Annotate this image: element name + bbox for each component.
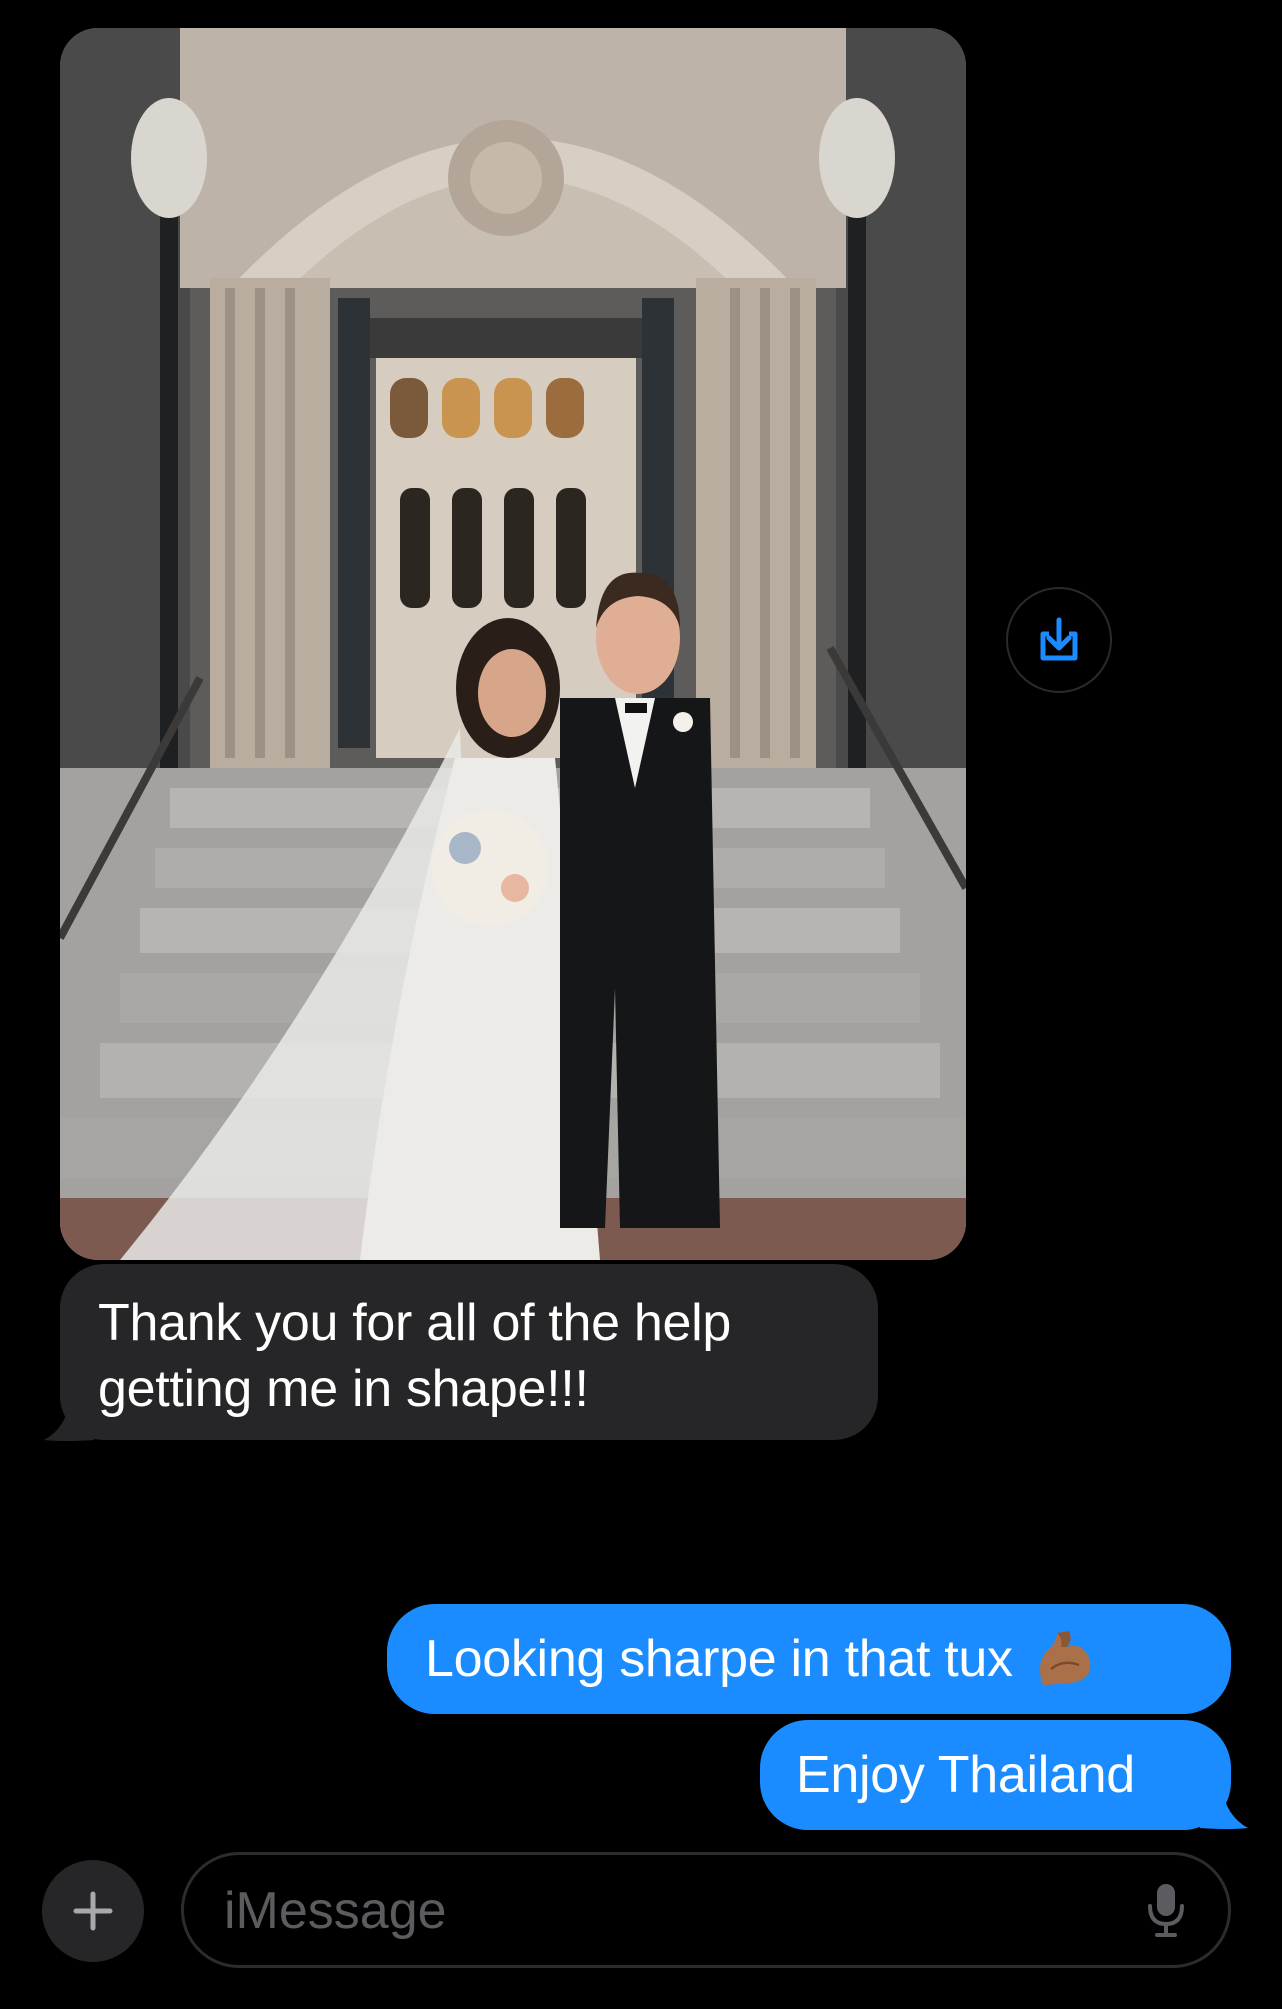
incoming-message-line-1: Thank you for all of the help xyxy=(98,1294,732,1352)
message-compose-field[interactable] xyxy=(181,1852,1231,1968)
flexed-biceps-emoji-icon xyxy=(1039,1631,1091,1686)
apps-plus-button[interactable] xyxy=(42,1860,144,1962)
incoming-message-line-2: getting me in shape!!! xyxy=(98,1360,589,1418)
microphone-icon xyxy=(1148,1884,1184,1937)
save-photo-button[interactable] xyxy=(1006,587,1112,693)
incoming-message-bubble[interactable]: Thank you for all of the help getting me… xyxy=(60,1264,878,1440)
dictation-button[interactable] xyxy=(1138,1882,1194,1938)
outgoing-message-bubble[interactable]: Looking sharpe in that tux xyxy=(387,1604,1231,1714)
outgoing-message-bubble[interactable]: Enjoy Thailand xyxy=(760,1720,1231,1830)
messages-screen: Thank you for all of the help getting me… xyxy=(0,0,1282,2009)
outgoing-message-text: Enjoy Thailand xyxy=(796,1746,1135,1804)
received-photo[interactable] xyxy=(60,28,966,1260)
download-icon xyxy=(1040,617,1078,661)
plus-icon xyxy=(73,1891,113,1931)
outgoing-message-text: Looking sharpe in that tux xyxy=(425,1630,1013,1688)
imessage-input[interactable] xyxy=(222,1855,1106,1967)
wedding-photo-image xyxy=(60,28,966,1260)
